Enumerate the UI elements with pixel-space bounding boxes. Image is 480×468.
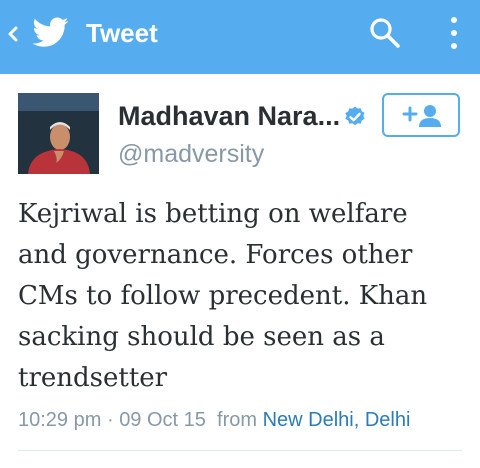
tweet-text-line: Kejriwal is betting on welfare: [18, 199, 408, 229]
follow-user-icon: [402, 105, 441, 127]
chevron-left-icon[interactable]: [6, 20, 20, 48]
author-handle[interactable]: @madversity: [118, 137, 264, 171]
author-display-name[interactable]: Madhavan Nara...: [118, 98, 340, 134]
divider: [18, 450, 462, 451]
tweet-text-line: CMs to follow precedent. Khan: [18, 281, 428, 311]
verified-badge-icon: [345, 106, 365, 126]
search-icon[interactable]: [368, 16, 402, 50]
tweet-text-line: trendsetter: [18, 363, 168, 393]
top-app-bar: Tweet: [0, 0, 480, 74]
tweet-date: 09 Oct 15: [119, 409, 206, 431]
overflow-menu-icon[interactable]: [444, 14, 464, 54]
avatar-photo: [18, 93, 99, 174]
screen-title: Tweet: [86, 18, 158, 48]
meta-separator: ·: [106, 409, 114, 431]
tweet-text-line: and governance. Forces other: [18, 240, 413, 270]
tweet-text: Kejriwal is betting on welfare and gover…: [18, 194, 468, 399]
follow-button[interactable]: [382, 93, 460, 137]
tweet-metadata: 10:29 pm · 09 Oct 15 from New Delhi, Del…: [18, 405, 410, 435]
avatar[interactable]: [18, 93, 99, 174]
from-label: from: [217, 409, 258, 431]
twitter-bird-icon[interactable]: [31, 14, 71, 50]
tweet-time: 10:29 pm: [18, 409, 102, 431]
tweet-location-link[interactable]: New Delhi, Delhi: [263, 409, 411, 431]
tweet-text-line: sacking should be seen as a: [18, 322, 385, 352]
